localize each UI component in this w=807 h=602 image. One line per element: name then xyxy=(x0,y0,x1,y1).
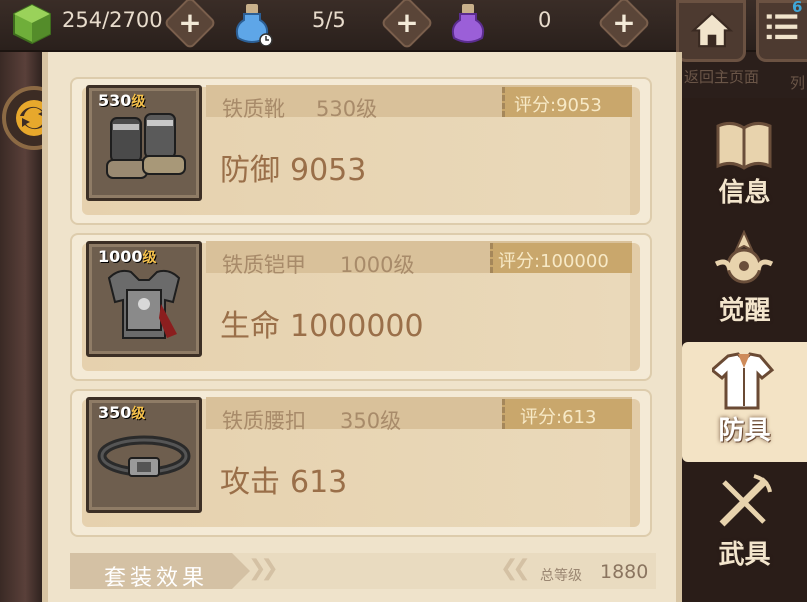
equipment-card-armor[interactable]: 1000级 铁质铠甲 1000级 评分:100000 生命 1000000 xyxy=(70,233,652,381)
item-level-badge: 530级 xyxy=(98,91,146,110)
total-level-value: 1880 xyxy=(600,561,649,583)
notification-badge: 6 xyxy=(792,0,803,16)
tab-info[interactable]: 信息 xyxy=(682,104,807,224)
stamina-value: 254/2700 xyxy=(62,8,163,32)
list-caption: 列 xyxy=(790,74,806,92)
item-level-badge: 350级 xyxy=(98,403,146,422)
equipment-card-belt[interactable]: 350级 铁质腰扣 350级 评分:613 攻击 613 xyxy=(70,389,652,537)
awaken-emblem-icon xyxy=(714,230,774,284)
item-level-badge: 1000级 xyxy=(98,247,157,266)
back-to-home-caption[interactable]: 返回主页面 xyxy=(684,66,759,87)
total-level-label: 总等级 xyxy=(540,568,582,584)
tab-weapon[interactable]: 武具 xyxy=(682,466,807,586)
blue-potion-icon xyxy=(235,4,273,46)
item-stat: 防御 9053 xyxy=(220,153,367,188)
chevron-right-icon: ❯❯ xyxy=(248,556,279,581)
item-stat: 攻击 613 xyxy=(220,465,348,500)
item-stat: 生命 1000000 xyxy=(220,309,424,344)
tunic-icon xyxy=(712,352,775,410)
item-name: 铁质腰扣 xyxy=(222,409,306,433)
book-icon xyxy=(716,121,772,170)
tab-armor[interactable]: 防具 xyxy=(682,342,807,462)
item-name: 铁质铠甲 xyxy=(222,253,306,277)
home-button[interactable] xyxy=(676,0,746,62)
item-score: 评分:613 xyxy=(520,407,597,428)
tab-awaken[interactable]: 觉醒 xyxy=(682,226,807,346)
stamina-cube-icon xyxy=(13,3,51,45)
item-level-text: 530级 xyxy=(316,97,378,121)
blue-potion-value: 5/5 xyxy=(312,8,346,32)
item-name: 铁质靴 xyxy=(222,97,285,121)
set-effect-label[interactable]: 套装效果 xyxy=(104,560,208,592)
purple-potion-icon xyxy=(451,4,485,43)
purple-potion-value: 0 xyxy=(538,8,552,32)
item-score: 评分:9053 xyxy=(514,95,602,116)
home-icon xyxy=(690,11,734,48)
item-level-text: 350级 xyxy=(340,409,402,433)
chevron-left-icon: ❮❮ xyxy=(500,556,531,581)
list-icon xyxy=(766,14,798,40)
crossed-weapons-icon xyxy=(719,474,772,527)
item-score: 评分:100000 xyxy=(498,251,609,272)
item-level-text: 1000级 xyxy=(340,253,415,277)
equipment-card-boots[interactable]: 530级 铁质靴 530级 评分:9053 防御 9053 xyxy=(70,77,652,225)
